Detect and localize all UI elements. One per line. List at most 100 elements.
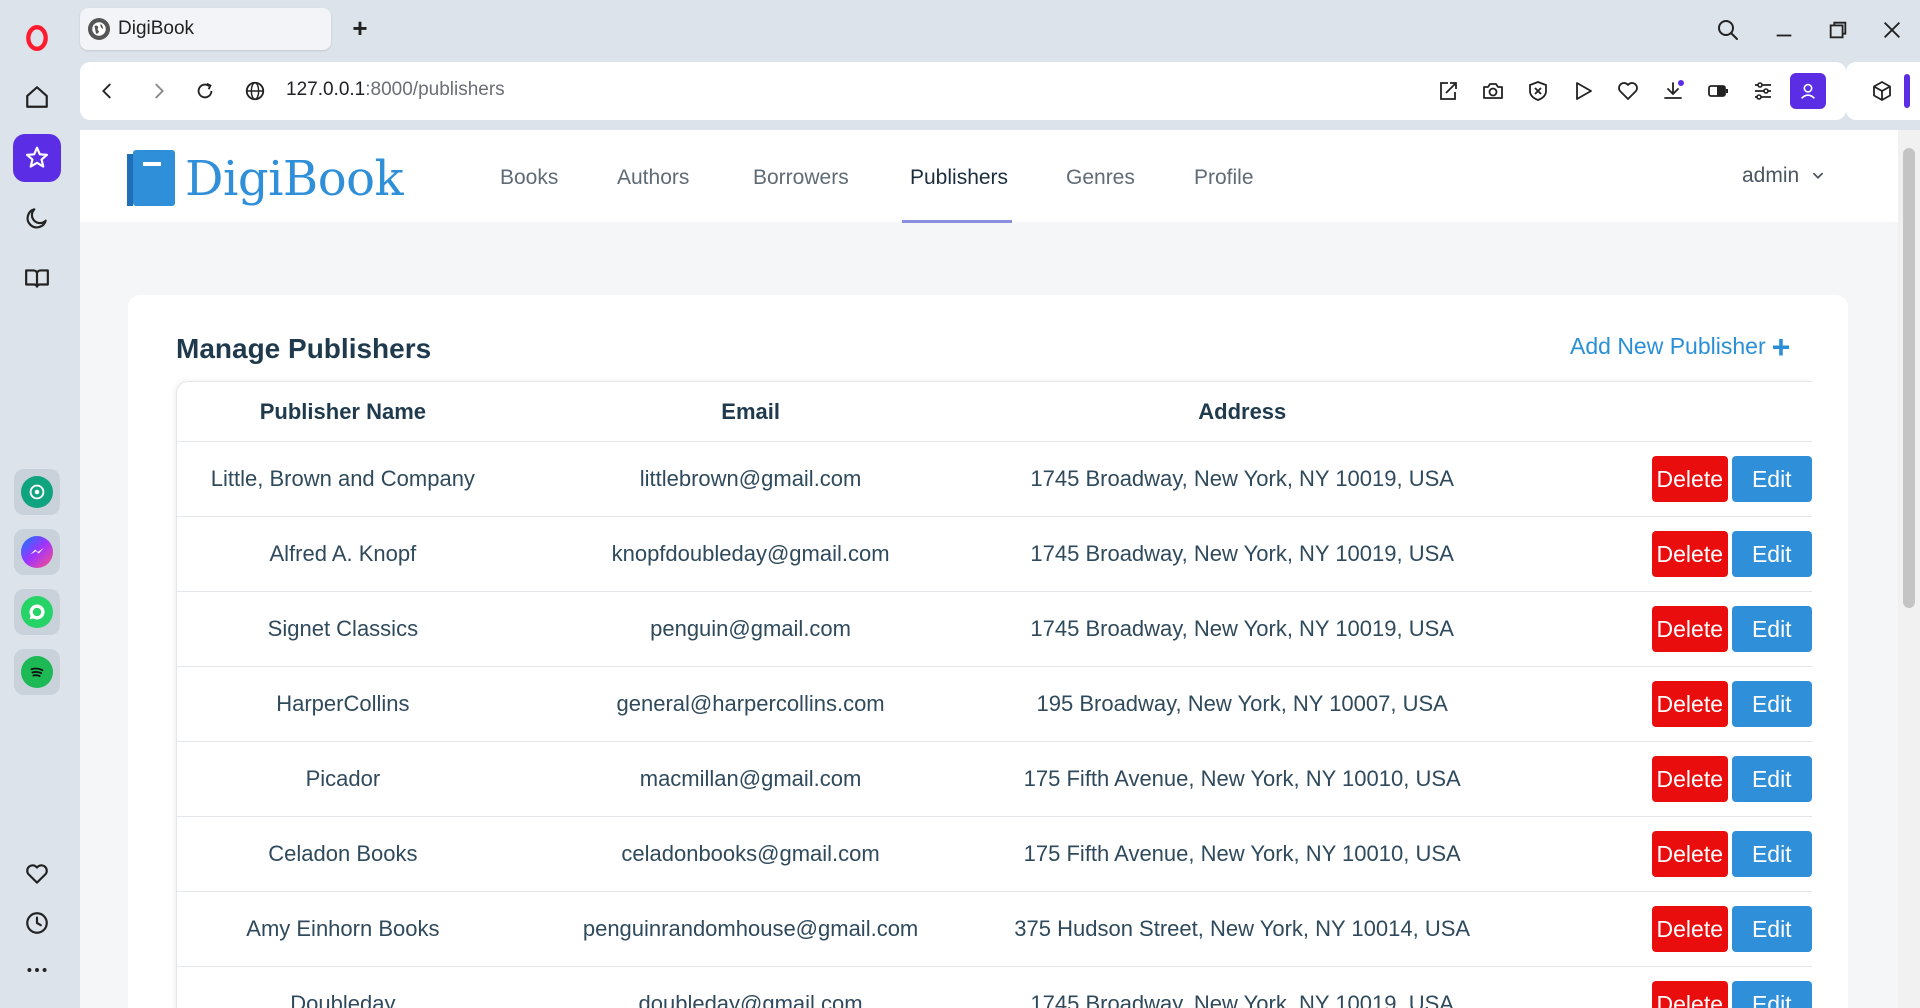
send-play-icon[interactable] (1569, 77, 1597, 105)
email-cell: penguinrandomhouse@gmail.com (582, 916, 919, 941)
url-field[interactable]: 127.0.0.1:8000/publishers (286, 79, 505, 101)
globe-favicon-icon (88, 18, 110, 40)
minimize-icon[interactable] (1768, 14, 1800, 46)
publisher-name-cell: Alfred A. Knopf (269, 541, 417, 566)
reload-icon[interactable] (190, 76, 220, 106)
nav-genres[interactable]: Genres (1066, 166, 1135, 190)
username: admin (1742, 164, 1800, 187)
nav-profile[interactable]: Profile (1194, 166, 1254, 190)
new-tab-plus-icon[interactable]: + (346, 13, 374, 43)
sidebar-toggle-indicator[interactable] (1904, 74, 1910, 108)
add-new-label: Add New Publisher (1570, 333, 1766, 359)
edit-button[interactable]: Edit (1731, 756, 1812, 802)
history-clock-icon[interactable] (13, 899, 61, 947)
col-email: Email (721, 398, 780, 424)
delete-button[interactable]: Delete (1652, 831, 1728, 877)
snapshot-camera-icon[interactable] (1479, 77, 1507, 105)
active-nav-underline (902, 220, 1012, 223)
delete-button[interactable]: Delete (1652, 531, 1728, 577)
col-address: Address (1198, 398, 1287, 424)
address-cell: 195 Broadway, New York, NY 10007, USA (1036, 691, 1448, 716)
nav-publishers[interactable]: Publishers (910, 166, 1008, 190)
easy-setup-sliders-icon[interactable] (1749, 77, 1777, 105)
messenger-app-icon[interactable] (14, 529, 60, 575)
address-cell: 175 Fifth Avenue, New York, NY 10010, US… (1023, 841, 1461, 866)
scrollbar-thumb[interactable] (1903, 148, 1915, 608)
edit-button[interactable]: Edit (1731, 681, 1812, 727)
search-tabs-icon[interactable] (1712, 14, 1744, 46)
share-edit-icon[interactable] (1434, 77, 1462, 105)
publisher-name-cell: Little, Brown and Company (210, 466, 475, 491)
delete-button[interactable]: Delete (1652, 756, 1728, 802)
table-header: Publisher Name Email Address (177, 382, 1812, 442)
publisher-name-cell: HarperCollins (276, 691, 410, 716)
bookmark-heart-icon[interactable] (1614, 77, 1642, 105)
table-row: Celadon Books celadonbooks@gmail.com 175 F… (177, 817, 1812, 892)
delete-button[interactable]: Delete (1652, 981, 1728, 1008)
battery-saver-icon[interactable] (1704, 77, 1732, 105)
page-scrollbar[interactable] (1898, 130, 1920, 1008)
email-cell: general@harpercollins.com (616, 691, 885, 716)
pinboard-star-icon[interactable] (13, 134, 61, 182)
table-row: Amy Einhorn Books penguinrandomhouse@gmai… (177, 892, 1812, 967)
extensions-cube-icon[interactable] (1868, 77, 1896, 105)
address-cell: 1745 Broadway, New York, NY 10019, USA (1030, 616, 1454, 641)
edit-button[interactable]: Edit (1731, 981, 1812, 1008)
close-window-icon[interactable] (1876, 14, 1908, 46)
restore-window-icon[interactable] (1822, 14, 1854, 46)
reading-list-book-icon[interactable] (13, 254, 61, 302)
delete-button[interactable]: Delete (1652, 456, 1728, 502)
whatsapp-app-icon[interactable] (14, 589, 60, 635)
delete-button[interactable]: Delete (1652, 681, 1728, 727)
dark-mode-moon-icon[interactable] (13, 194, 61, 242)
downloads-icon[interactable] (1659, 77, 1687, 105)
digibook-logo[interactable]: DigiBook (127, 150, 404, 208)
home-icon[interactable] (13, 73, 61, 121)
adblock-shield-icon[interactable] (1524, 77, 1552, 105)
edit-button[interactable]: Edit (1731, 456, 1812, 502)
address-cell: 1745 Broadway, New York, NY 10019, USA (1030, 541, 1454, 566)
table-row: Signet Classics penguin@gmail.com 1745 Bro… (177, 592, 1812, 667)
brand-name: DigiBook (185, 151, 404, 207)
actions-cell: Delete Edit (1492, 831, 1812, 877)
browser-tab[interactable]: DigiBook (80, 8, 331, 50)
email-cell: doubleday@gmail.com (638, 991, 863, 1008)
page-title: Manage Publishers (176, 333, 432, 364)
table-row: HarperCollins general@harpercollins.com 19… (177, 667, 1812, 742)
site-info-globe-icon[interactable] (240, 76, 270, 106)
actions-cell: Delete Edit (1492, 981, 1812, 1008)
table-row: Picador macmillan@gmail.com 175 Fifth Aven… (177, 742, 1812, 817)
address-cell: 175 Fifth Avenue, New York, NY 10010, US… (1023, 766, 1461, 791)
actions-cell: Delete Edit (1492, 906, 1812, 952)
forward-icon[interactable] (144, 76, 174, 106)
edit-button[interactable]: Edit (1731, 606, 1812, 652)
nav-authors[interactable]: Authors (617, 166, 689, 190)
actions-cell: Delete Edit (1492, 531, 1812, 577)
actions-cell: Delete Edit (1492, 756, 1812, 802)
delete-button[interactable]: Delete (1652, 606, 1728, 652)
edit-button[interactable]: Edit (1731, 831, 1812, 877)
table-row: Little, Brown and Company littlebrown@gma… (177, 442, 1812, 517)
address-cell: 1745 Broadway, New York, NY 10019, USA (1030, 466, 1454, 491)
more-dots-icon[interactable] (13, 946, 61, 994)
edit-button[interactable]: Edit (1731, 531, 1812, 577)
delete-button[interactable]: Delete (1652, 906, 1728, 952)
book-logo-icon (127, 150, 175, 206)
email-cell: littlebrown@gmail.com (639, 466, 862, 491)
address-cell: 375 Hudson Street, New York, NY 10014, U… (1014, 916, 1471, 941)
favorites-heart-icon[interactable] (13, 850, 61, 898)
edit-button[interactable]: Edit (1731, 906, 1812, 952)
profile-avatar-icon[interactable] (1790, 73, 1826, 109)
publisher-name-cell: Celadon Books (268, 841, 418, 866)
nav-borrowers[interactable]: Borrowers (753, 166, 849, 190)
nav-books[interactable]: Books (500, 166, 558, 190)
spotify-app-icon[interactable] (14, 649, 60, 695)
publisher-name-cell: Doubleday (290, 991, 396, 1008)
add-new-publisher-button[interactable]: Add New Publisher + (1570, 328, 1791, 365)
email-cell: macmillan@gmail.com (639, 766, 862, 791)
opera-menu-icon[interactable] (13, 14, 61, 62)
back-icon[interactable] (92, 76, 122, 106)
chatgpt-app-icon[interactable] (14, 469, 60, 515)
plus-icon: + (1771, 328, 1791, 365)
user-menu[interactable]: admin (1742, 164, 1825, 188)
